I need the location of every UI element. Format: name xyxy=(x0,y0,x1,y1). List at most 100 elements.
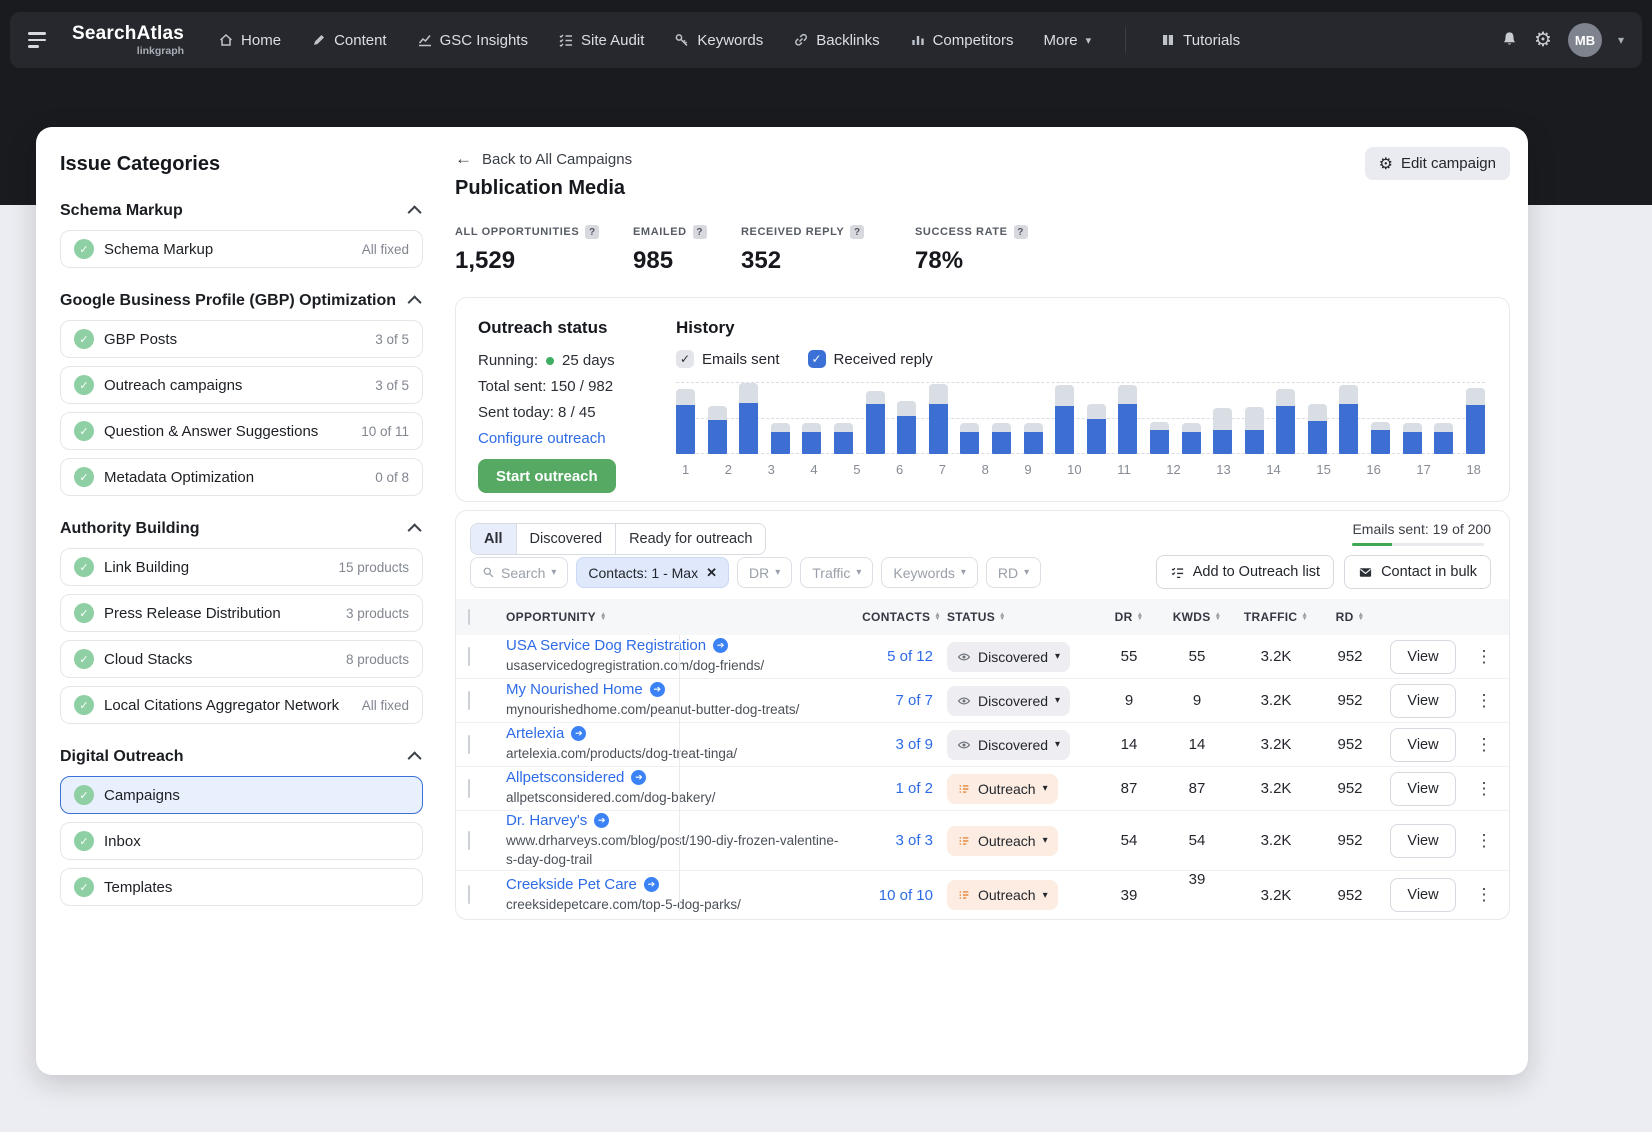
add-to-outreach-list-button[interactable]: Add to Outreach list xyxy=(1156,555,1334,589)
contacts-link[interactable]: 5 of 12 xyxy=(843,648,947,665)
view-button[interactable]: View xyxy=(1390,772,1456,806)
select-all-checkbox[interactable] xyxy=(468,610,506,624)
sidebar-item-schema-markup[interactable]: ✓ Schema Markup All fixed xyxy=(60,230,423,268)
nav-item-competitors[interactable]: Competitors xyxy=(910,32,1014,49)
filter-chip-rd[interactable]: RD▾ xyxy=(986,557,1041,588)
nav-item-more[interactable]: More▾ xyxy=(1043,32,1091,49)
kebab-menu-icon[interactable]: ⋮ xyxy=(1465,885,1503,905)
sidebar-item-gbp-posts[interactable]: ✓ GBP Posts 3 of 5 xyxy=(60,320,423,358)
filter-chip-dr[interactable]: DR▾ xyxy=(737,557,792,588)
col-dr[interactable]: DR▲▼ xyxy=(1097,610,1161,624)
filter-chip-traffic[interactable]: Traffic▾ xyxy=(800,557,873,588)
nav-item-keywords[interactable]: Keywords xyxy=(674,32,763,49)
hamburger-menu-icon[interactable] xyxy=(28,32,50,48)
configure-outreach-link[interactable]: Configure outreach xyxy=(478,430,708,447)
opportunity-link[interactable]: USA Service Dog Registration ➔ xyxy=(506,637,843,654)
row-checkbox[interactable] xyxy=(468,886,506,904)
sidebar-item-inbox[interactable]: ✓ Inbox xyxy=(60,822,423,860)
section-header-digital-outreach[interactable]: Digital Outreach xyxy=(60,748,423,766)
tab-all[interactable]: All xyxy=(471,524,516,554)
gear-icon[interactable]: ⚙ xyxy=(1534,30,1552,50)
col-opportunity[interactable]: OPPORTUNITY▲▼ xyxy=(506,610,843,624)
sidebar-item-metadata-optimization[interactable]: ✓ Metadata Optimization 0 of 8 xyxy=(60,458,423,496)
edit-campaign-button[interactable]: ⚙ Edit campaign xyxy=(1365,147,1510,180)
status-dropdown[interactable]: Outreach▾ xyxy=(947,774,1058,804)
back-link[interactable]: ← Back to All Campaigns xyxy=(455,149,632,169)
help-icon[interactable]: ? xyxy=(1014,225,1028,239)
external-link-icon[interactable]: ➔ xyxy=(644,877,659,892)
sort-icon[interactable]: ▲▼ xyxy=(999,613,1006,622)
avatar-chevron-down-icon[interactable]: ▾ xyxy=(1618,33,1624,47)
nav-item-home[interactable]: Home xyxy=(218,32,281,49)
opportunity-link[interactable]: Dr. Harvey's ➔ xyxy=(506,812,843,829)
col-status[interactable]: STATUS▲▼ xyxy=(947,610,1097,624)
sort-icon[interactable]: ▲▼ xyxy=(600,613,607,622)
external-link-icon[interactable]: ➔ xyxy=(571,726,586,741)
opportunity-link[interactable]: Allpetsconsidered ➔ xyxy=(506,769,843,786)
avatar[interactable]: MB xyxy=(1568,23,1602,57)
col-contacts[interactable]: CONTACTS▲▼ xyxy=(843,610,947,624)
checkbox-checked[interactable]: ✓ xyxy=(808,350,826,368)
view-button[interactable]: View xyxy=(1390,684,1456,718)
legend-received-reply[interactable]: ✓ Received reply xyxy=(808,350,933,368)
kebab-menu-icon[interactable]: ⋮ xyxy=(1465,691,1503,711)
view-button[interactable]: View xyxy=(1390,878,1456,912)
external-link-icon[interactable]: ➔ xyxy=(594,813,609,828)
filter-chip-search[interactable]: Search▾ xyxy=(470,557,568,588)
kebab-menu-icon[interactable]: ⋮ xyxy=(1465,779,1503,799)
sidebar-item-outreach-campaigns[interactable]: ✓ Outreach campaigns 3 of 5 xyxy=(60,366,423,404)
sort-icon[interactable]: ▲▼ xyxy=(1358,613,1365,622)
nav-item-backlinks[interactable]: Backlinks xyxy=(793,32,879,49)
col-kwds[interactable]: KWDS▲▼ xyxy=(1161,610,1233,624)
status-dropdown[interactable]: Outreach▾ xyxy=(947,880,1058,910)
view-button[interactable]: View xyxy=(1390,824,1456,858)
bell-icon[interactable] xyxy=(1501,30,1518,50)
sort-icon[interactable]: ▲▼ xyxy=(1301,613,1308,622)
contacts-link[interactable]: 7 of 7 xyxy=(843,692,947,709)
filter-chip-contacts-1-max[interactable]: Contacts: 1 - Max✕ xyxy=(576,557,729,588)
contacts-link[interactable]: 10 of 10 xyxy=(843,887,947,904)
row-checkbox[interactable] xyxy=(468,692,506,710)
tab-discovered[interactable]: Discovered xyxy=(516,524,616,554)
section-header-google-business-profile-gbp-optimization[interactable]: Google Business Profile (GBP) Optimizati… xyxy=(60,292,423,310)
checkbox-checked[interactable]: ✓ xyxy=(676,350,694,368)
section-header-schema-markup[interactable]: Schema Markup xyxy=(60,202,423,220)
row-checkbox[interactable] xyxy=(468,780,506,798)
sidebar-item-press-release-distribution[interactable]: ✓ Press Release Distribution 3 products xyxy=(60,594,423,632)
kebab-menu-icon[interactable]: ⋮ xyxy=(1465,735,1503,755)
sidebar-item-link-building[interactable]: ✓ Link Building 15 products xyxy=(60,548,423,586)
contacts-link[interactable]: 3 of 9 xyxy=(843,736,947,753)
contact-in-bulk-button[interactable]: Contact in bulk xyxy=(1344,555,1491,589)
row-checkbox[interactable] xyxy=(468,736,506,754)
nav-item-gsc-insights[interactable]: GSC Insights xyxy=(417,32,528,49)
opportunity-link[interactable]: Creekside Pet Care ➔ xyxy=(506,876,843,893)
external-link-icon[interactable]: ➔ xyxy=(650,682,665,697)
external-link-icon[interactable]: ➔ xyxy=(631,770,646,785)
row-checkbox[interactable] xyxy=(468,648,506,666)
sidebar-item-templates[interactable]: ✓ Templates xyxy=(60,868,423,906)
contacts-link[interactable]: 3 of 3 xyxy=(843,832,947,849)
tab-ready-for-outreach[interactable]: Ready for outreach xyxy=(615,524,765,554)
opportunity-link[interactable]: My Nourished Home ➔ xyxy=(506,681,843,698)
status-dropdown[interactable]: Discovered▾ xyxy=(947,642,1070,672)
status-dropdown[interactable]: Discovered▾ xyxy=(947,686,1070,716)
external-link-icon[interactable]: ➔ xyxy=(713,638,728,653)
help-icon[interactable]: ? xyxy=(585,225,599,239)
close-icon[interactable]: ✕ xyxy=(706,565,717,581)
opportunity-link[interactable]: Artelexia ➔ xyxy=(506,725,843,742)
nav-item-content[interactable]: Content xyxy=(311,32,387,49)
legend-emails-sent[interactable]: ✓ Emails sent xyxy=(676,350,780,368)
sort-icon[interactable]: ▲▼ xyxy=(1137,613,1144,622)
sort-icon[interactable]: ▲▼ xyxy=(1215,613,1222,622)
col-rd[interactable]: RD▲▼ xyxy=(1319,610,1381,624)
col-traffic[interactable]: TRAFFIC▲▼ xyxy=(1233,610,1319,624)
brand-logo[interactable]: SearchAtlas linkgraph xyxy=(72,24,184,57)
view-button[interactable]: View xyxy=(1390,728,1456,762)
contacts-link[interactable]: 1 of 2 xyxy=(843,780,947,797)
nav-item-tutorials[interactable]: Tutorials xyxy=(1160,32,1240,49)
filter-chip-keywords[interactable]: Keywords▾ xyxy=(881,557,978,588)
kebab-menu-icon[interactable]: ⋮ xyxy=(1465,831,1503,851)
view-button[interactable]: View xyxy=(1390,640,1456,674)
start-outreach-button[interactable]: Start outreach xyxy=(478,459,616,493)
kebab-menu-icon[interactable]: ⋮ xyxy=(1465,647,1503,667)
